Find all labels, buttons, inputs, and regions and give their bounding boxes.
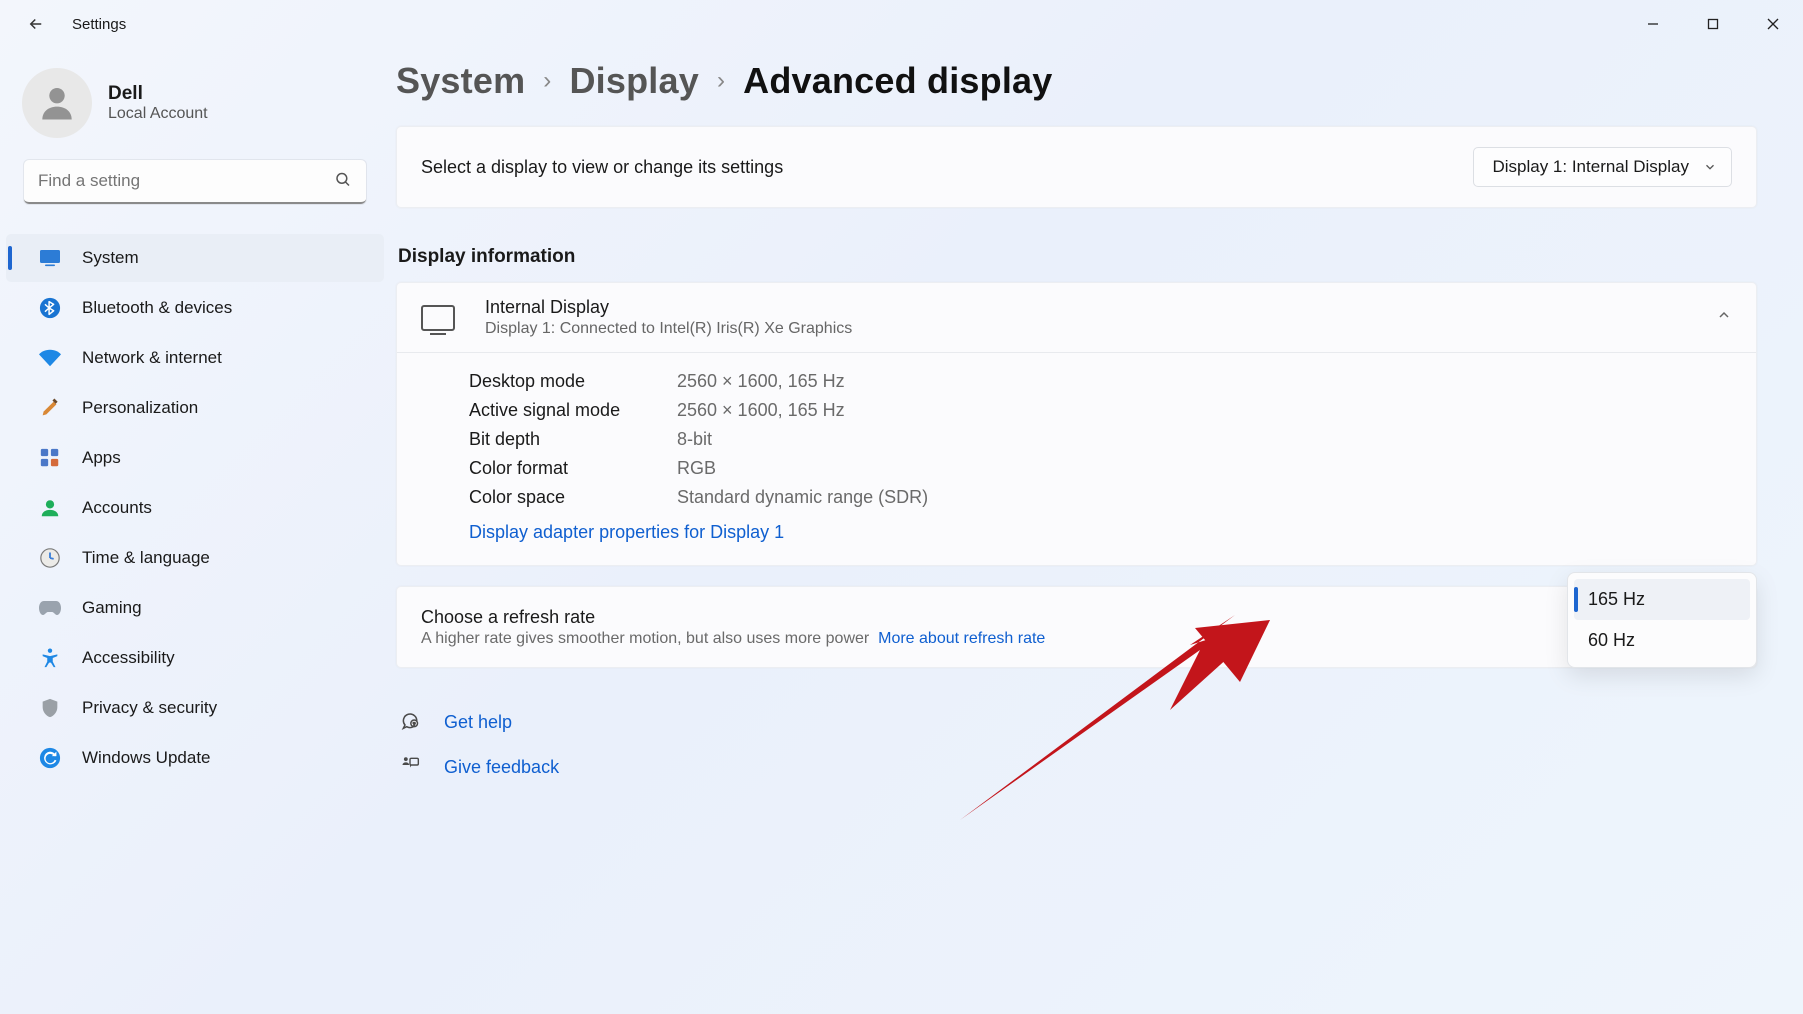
row-color-format-key: Color format	[469, 458, 659, 479]
nav-item-label: Privacy & security	[82, 698, 217, 718]
adapter-properties-link[interactable]: Display adapter properties for Display 1	[469, 522, 1732, 543]
apps-icon	[38, 446, 62, 470]
row-color-space-value: Standard dynamic range (SDR)	[677, 487, 1732, 508]
display-info-header[interactable]: Internal Display Display 1: Connected to…	[397, 283, 1756, 353]
nav-item-system[interactable]: System	[6, 234, 384, 282]
accessibility-icon	[38, 646, 62, 670]
nav-item-label: Gaming	[82, 598, 142, 618]
get-help-link[interactable]: ? Get help	[396, 704, 1757, 749]
breadcrumb-display[interactable]: Display	[569, 60, 698, 102]
system-icon	[38, 246, 62, 270]
nav-item-accounts[interactable]: Accounts	[6, 484, 384, 532]
titlebar: Settings	[0, 0, 1803, 48]
display-select-dropdown[interactable]: Display 1: Internal Display	[1473, 147, 1732, 187]
give-feedback-label: Give feedback	[444, 757, 559, 778]
nav-item-label: Windows Update	[82, 748, 211, 768]
row-color-format-value: RGB	[677, 458, 1732, 479]
minimize-button[interactable]	[1623, 4, 1683, 44]
avatar	[22, 68, 92, 138]
nav-item-personalization[interactable]: Personalization	[6, 384, 384, 432]
user-subtitle: Local Account	[108, 105, 208, 123]
minimize-icon	[1647, 18, 1659, 30]
help-icon: ?	[400, 710, 422, 735]
row-desktop-mode-value: 2560 × 1600, 165 Hz	[677, 371, 1732, 392]
footer-links: ? Get help Give feedback	[396, 704, 1757, 794]
display-name: Internal Display	[485, 297, 852, 318]
nav-item-network[interactable]: Network & internet	[6, 334, 384, 382]
display-select-label: Select a display to view or change its s…	[421, 157, 783, 178]
search-field[interactable]	[24, 160, 366, 204]
refresh-rate-card: Choose a refresh rate A higher rate give…	[396, 586, 1757, 668]
brush-icon	[38, 396, 62, 420]
get-help-label: Get help	[444, 712, 512, 733]
chevron-right-icon: ›	[717, 67, 725, 95]
maximize-icon	[1707, 18, 1719, 30]
refresh-rate-option-165hz[interactable]: 165 Hz	[1574, 579, 1750, 620]
nav-item-gaming[interactable]: Gaming	[6, 584, 384, 632]
app-title: Settings	[72, 16, 126, 33]
clock-icon	[38, 546, 62, 570]
breadcrumb: System › Display › Advanced display	[396, 60, 1757, 102]
nav: System Bluetooth & devices Network & int…	[0, 234, 390, 782]
close-icon	[1767, 18, 1779, 30]
nav-item-label: Time & language	[82, 548, 210, 568]
sidebar: Dell Local Account System Bluetooth & de…	[0, 48, 390, 1014]
back-arrow-icon	[27, 15, 45, 33]
user-tile[interactable]: Dell Local Account	[22, 62, 368, 160]
refresh-rate-more-link[interactable]: More about refresh rate	[878, 630, 1045, 647]
nav-item-label: Accessibility	[82, 648, 175, 668]
wifi-icon	[38, 346, 62, 370]
row-bit-depth-key: Bit depth	[469, 429, 659, 450]
display-info-body: Desktop mode 2560 × 1600, 165 Hz Active …	[397, 353, 1756, 565]
nav-item-label: Apps	[82, 448, 121, 468]
row-active-signal-mode-value: 2560 × 1600, 165 Hz	[677, 400, 1732, 421]
window-controls	[1623, 4, 1803, 44]
row-bit-depth-value: 8-bit	[677, 429, 1732, 450]
chevron-right-icon: ›	[543, 67, 551, 95]
maximize-button[interactable]	[1683, 4, 1743, 44]
shield-icon	[38, 696, 62, 720]
nav-item-label: Bluetooth & devices	[82, 298, 232, 318]
monitor-icon	[421, 305, 455, 331]
row-active-signal-mode-key: Active signal mode	[469, 400, 659, 421]
refresh-rate-subtitle: A higher rate gives smoother motion, but…	[421, 630, 1045, 648]
search-icon	[334, 171, 352, 194]
nav-item-label: Accounts	[82, 498, 152, 518]
nav-item-bluetooth[interactable]: Bluetooth & devices	[6, 284, 384, 332]
row-color-space-key: Color space	[469, 487, 659, 508]
display-info-card: Internal Display Display 1: Connected to…	[396, 282, 1757, 566]
person-icon	[35, 81, 79, 125]
refresh-rate-popup: 165 Hz 60 Hz	[1567, 572, 1757, 668]
breadcrumb-system[interactable]: System	[396, 60, 525, 102]
bluetooth-icon	[38, 296, 62, 320]
chevron-up-icon	[1716, 307, 1732, 328]
update-icon	[38, 746, 62, 770]
user-name: Dell	[108, 83, 208, 105]
nav-item-time-language[interactable]: Time & language	[6, 534, 384, 582]
nav-item-privacy[interactable]: Privacy & security	[6, 684, 384, 732]
display-select-value: Display 1: Internal Display	[1492, 157, 1689, 177]
nav-item-label: Network & internet	[82, 348, 222, 368]
main-content: System › Display › Advanced display Sele…	[390, 48, 1803, 1014]
feedback-icon	[400, 755, 422, 780]
breadcrumb-current: Advanced display	[743, 60, 1052, 102]
give-feedback-link[interactable]: Give feedback	[396, 749, 1757, 794]
section-display-information: Display information	[398, 246, 1757, 268]
refresh-rate-option-60hz[interactable]: 60 Hz	[1574, 620, 1750, 661]
close-button[interactable]	[1743, 4, 1803, 44]
accounts-icon	[38, 496, 62, 520]
chevron-down-icon	[1703, 160, 1717, 174]
display-adapter-line: Display 1: Connected to Intel(R) Iris(R)…	[485, 320, 852, 338]
refresh-rate-title: Choose a refresh rate	[421, 607, 1045, 628]
display-select-card: Select a display to view or change its s…	[396, 126, 1757, 208]
nav-item-windows-update[interactable]: Windows Update	[6, 734, 384, 782]
nav-item-label: Personalization	[82, 398, 198, 418]
nav-item-label: System	[82, 248, 139, 268]
search-input[interactable]	[24, 160, 366, 204]
row-desktop-mode-key: Desktop mode	[469, 371, 659, 392]
gamepad-icon	[38, 596, 62, 620]
nav-item-apps[interactable]: Apps	[6, 434, 384, 482]
nav-item-accessibility[interactable]: Accessibility	[6, 634, 384, 682]
back-button[interactable]	[18, 6, 54, 42]
